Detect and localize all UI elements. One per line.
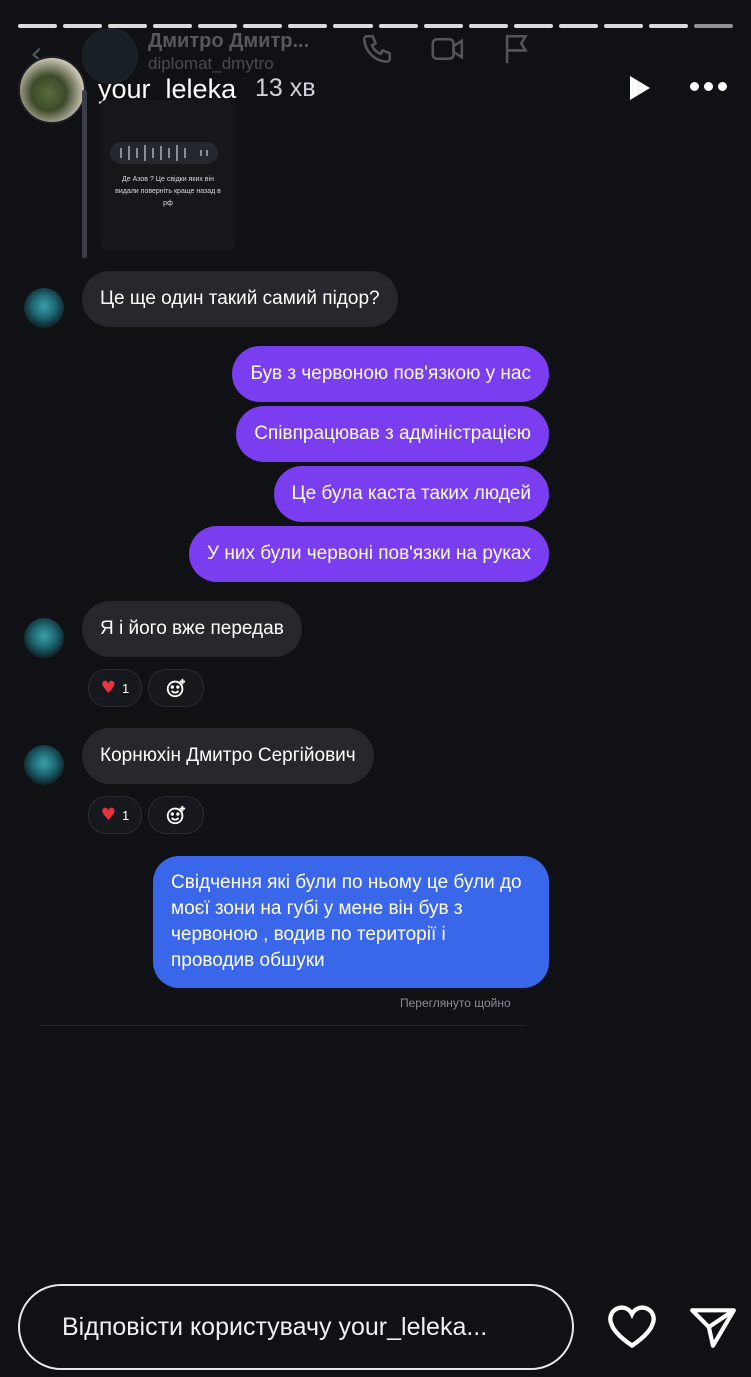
- heart-icon: ♥: [100, 678, 116, 698]
- screenshot-chat-header: ‹ Дмитро Дмитр... diplomat_dmytro: [30, 26, 550, 84]
- reply-placeholder: Відповісти користувачу your_leleka...: [62, 1313, 488, 1341]
- message-incoming[interactable]: Корнюхін Дмитро Сергійович: [82, 728, 374, 784]
- progress-segment: [558, 24, 598, 28]
- more-options-icon[interactable]: [690, 82, 727, 91]
- voice-message-waveform: [110, 142, 218, 164]
- add-emoji-icon: [166, 678, 186, 698]
- message-outgoing[interactable]: Співпрацював з адміністрацією: [236, 406, 549, 462]
- screenshot-contact-name: Дмитро Дмитр...: [148, 30, 310, 52]
- play-icon[interactable]: [622, 72, 654, 104]
- heart-icon: ♥: [100, 805, 116, 825]
- progress-segment: [603, 24, 643, 28]
- add-reaction-button[interactable]: [148, 669, 204, 707]
- screenshot-header-icons: [360, 32, 532, 66]
- message-incoming[interactable]: Я і його вже передав: [82, 601, 302, 657]
- video-call-icon: [431, 38, 464, 60]
- add-reaction-button[interactable]: [148, 796, 204, 834]
- screenshot-contact-username: diplomat_dmytro: [148, 54, 274, 73]
- reaction-count: 1: [122, 680, 130, 696]
- add-emoji-icon: [166, 805, 186, 825]
- contact-avatar[interactable]: [24, 618, 64, 658]
- message-outgoing-long[interactable]: Свідчення які були по ньому це були до м…: [153, 856, 549, 988]
- reaction-count: 1: [122, 807, 130, 823]
- message-outgoing[interactable]: Був з червоною пов'язкою у нас: [232, 346, 549, 402]
- story-author-avatar[interactable]: [18, 56, 86, 124]
- divider: [40, 1025, 526, 1026]
- seen-status: Переглянуто щойно: [400, 996, 511, 1010]
- message-outgoing[interactable]: Це була каста таких людей: [273, 466, 549, 522]
- preview-message-text: Де Азов ? Це свідки яких він видали пове…: [115, 176, 221, 207]
- message-incoming[interactable]: Це ще один такий самий підор?: [82, 271, 398, 327]
- progress-segment-current: [693, 24, 733, 28]
- like-heart-icon[interactable]: [606, 1302, 658, 1350]
- message-outgoing[interactable]: У них були червоні пов'язки на руках: [188, 526, 549, 582]
- phone-icon: [362, 34, 392, 64]
- progress-segment: [648, 24, 688, 28]
- shared-image-preview[interactable]: Де Азов ? Це свідки яких він видали пове…: [100, 100, 236, 250]
- heart-reaction[interactable]: ♥ 1: [88, 669, 142, 707]
- reply-quote-line: [82, 90, 87, 258]
- heart-reaction[interactable]: ♥ 1: [88, 796, 142, 834]
- reply-input[interactable]: Відповісти користувачу your_leleka...: [18, 1284, 574, 1370]
- flag-icon: [505, 34, 528, 64]
- contact-avatar[interactable]: [24, 288, 64, 328]
- send-icon[interactable]: [688, 1304, 738, 1350]
- story-timestamp: 13 хв: [255, 74, 316, 102]
- contact-avatar[interactable]: [24, 745, 64, 785]
